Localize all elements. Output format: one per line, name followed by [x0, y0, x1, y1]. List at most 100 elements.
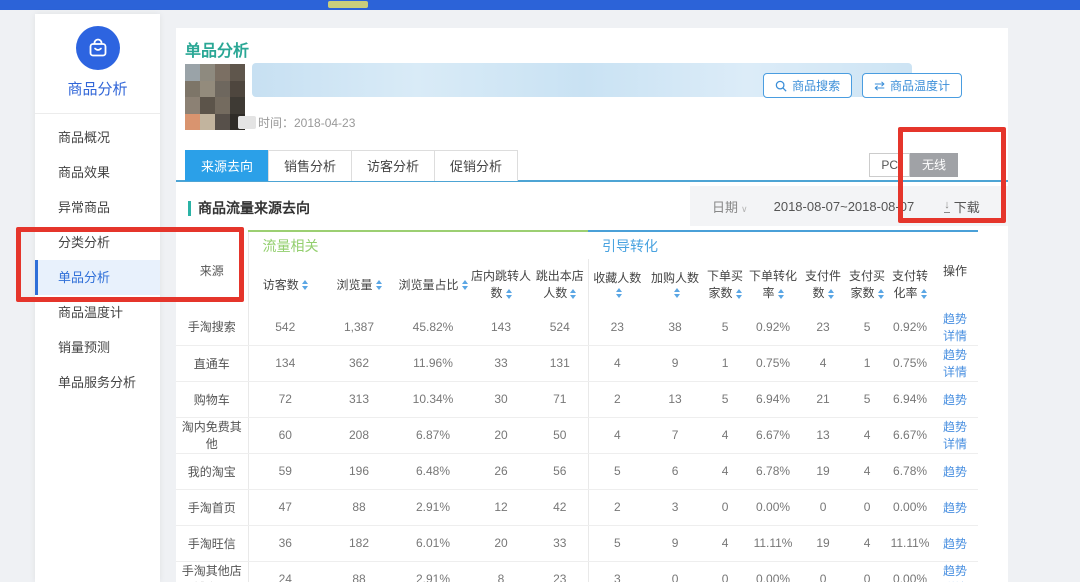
product-image-blurred [185, 64, 245, 130]
value-cell: 23 [588, 309, 646, 345]
value-cell: 4 [800, 345, 846, 381]
column-header[interactable]: 加购人数 [646, 259, 704, 309]
table-row: 直通车13436211.96%331314910.75%410.75%趋势详情 [176, 345, 978, 381]
sort-icon[interactable] [506, 289, 512, 299]
column-header[interactable]: 支付转化率 [888, 259, 932, 309]
sidebar-item[interactable]: 销量预测 [35, 330, 160, 365]
value-cell: 59 [248, 453, 322, 489]
value-cell: 33 [470, 345, 532, 381]
column-header[interactable]: 支付件数 [800, 259, 846, 309]
value-cell: 10.34% [396, 381, 470, 417]
action-cell: 趋势详情 [932, 345, 978, 381]
value-cell: 4 [704, 525, 746, 561]
action-cell: 趋势 [932, 489, 978, 525]
sort-icon[interactable] [570, 289, 576, 299]
value-cell: 88 [322, 561, 396, 582]
column-header[interactable]: 下单转化率 [746, 259, 800, 309]
sort-icon[interactable] [462, 280, 468, 290]
value-cell: 0 [800, 489, 846, 525]
column-header[interactable]: 浏览量占比 [396, 259, 470, 309]
sort-icon[interactable] [778, 289, 784, 299]
value-cell: 26 [470, 453, 532, 489]
detail-link[interactable]: 详情 [943, 329, 967, 343]
sidebar-item[interactable]: 商品概况 [35, 120, 160, 155]
value-cell: 4 [846, 525, 888, 561]
shopping-bag-icon [76, 26, 120, 70]
traffic-source-table: 来源 流量相关 引导转化 操作 访客数浏览量浏览量占比店内跳转人数跳出本店人数收… [176, 230, 978, 582]
trend-link[interactable]: 趋势 [943, 393, 967, 407]
section-marker [188, 201, 191, 216]
sidebar-item[interactable]: 异常商品 [35, 190, 160, 225]
value-cell: 2 [588, 489, 646, 525]
column-header[interactable]: 下单买家数 [704, 259, 746, 309]
column-header[interactable]: 店内跳转人数 [470, 259, 532, 309]
product-thermometer-button[interactable]: ⇄ 商品温度计 [862, 73, 962, 98]
action-cell: 趋势详情 [932, 417, 978, 453]
value-cell: 56 [532, 453, 588, 489]
group-header-traffic: 流量相关 [248, 231, 588, 259]
sort-icon[interactable] [921, 289, 927, 299]
value-cell: 2.91% [396, 561, 470, 582]
column-header[interactable]: 支付买家数 [846, 259, 888, 309]
value-cell: 208 [322, 417, 396, 453]
column-header[interactable]: 收藏人数 [588, 259, 646, 309]
value-cell: 72 [248, 381, 322, 417]
tab[interactable]: 促销分析 [434, 150, 518, 181]
annotation-box-wireless-download [898, 127, 1006, 223]
browser-top-bar [0, 0, 1080, 10]
value-cell: 23 [800, 309, 846, 345]
value-cell: 6.67% [746, 417, 800, 453]
sort-icon[interactable] [878, 289, 884, 299]
value-cell: 45.82% [396, 309, 470, 345]
value-cell: 11.11% [746, 525, 800, 561]
trend-link[interactable]: 趋势 [943, 501, 967, 515]
date-dropdown[interactable]: 日期∨ [712, 197, 748, 216]
value-cell: 36 [248, 525, 322, 561]
source-cell: 购物车 [176, 381, 248, 417]
sidebar-item[interactable]: 单品服务分析 [35, 365, 160, 400]
tab[interactable]: 销售分析 [268, 150, 352, 181]
date-range-value[interactable]: 2018-08-07~2018-08-07 [774, 199, 915, 214]
table-body: 手淘搜索5421,38745.82%143524233850.92%2350.9… [176, 309, 978, 582]
column-header[interactable]: 访客数 [248, 259, 322, 309]
detail-link[interactable]: 详情 [943, 437, 967, 451]
analysis-tabs: 来源去向销售分析访客分析促销分析 PC 无线 [176, 150, 1008, 182]
value-cell: 143 [470, 309, 532, 345]
annotation-box-sidebar-item [16, 227, 244, 302]
trend-link[interactable]: 趋势 [943, 537, 967, 551]
tab[interactable]: 来源去向 [185, 150, 269, 181]
value-cell: 5 [588, 525, 646, 561]
trend-link[interactable]: 趋势 [943, 420, 967, 434]
trend-link[interactable]: 趋势 [943, 465, 967, 479]
value-cell: 88 [322, 489, 396, 525]
value-cell: 4 [588, 417, 646, 453]
sort-icon[interactable] [736, 289, 742, 299]
value-cell: 38 [646, 309, 704, 345]
action-cell: 趋势详情 [932, 561, 978, 582]
sort-icon[interactable] [674, 288, 680, 298]
sidebar-item[interactable]: 商品效果 [35, 155, 160, 190]
value-cell: 5 [846, 381, 888, 417]
value-cell: 3 [646, 489, 704, 525]
sort-icon[interactable] [302, 280, 308, 290]
value-cell: 0 [704, 489, 746, 525]
product-search-button[interactable]: 商品搜索 [763, 73, 852, 98]
sort-icon[interactable] [828, 289, 834, 299]
sort-icon[interactable] [616, 288, 622, 298]
table-row: 购物车7231310.34%307121356.94%2156.94%趋势 [176, 381, 978, 417]
tab[interactable]: 访客分析 [351, 150, 435, 181]
value-cell: 4 [846, 453, 888, 489]
table-row: 我的淘宝591966.48%26565646.78%1946.78%趋势 [176, 453, 978, 489]
sort-icon[interactable] [376, 280, 382, 290]
value-cell: 5 [588, 453, 646, 489]
trend-link[interactable]: 趋势 [943, 312, 967, 326]
source-cell: 手淘首页 [176, 489, 248, 525]
trend-link[interactable]: 趋势 [943, 348, 967, 362]
value-cell: 1 [704, 345, 746, 381]
value-cell: 0.00% [888, 489, 932, 525]
column-header[interactable]: 浏览量 [322, 259, 396, 309]
column-header[interactable]: 跳出本店人数 [532, 259, 588, 309]
value-cell: 0.75% [746, 345, 800, 381]
trend-link[interactable]: 趋势 [943, 564, 967, 578]
detail-link[interactable]: 详情 [943, 365, 967, 379]
